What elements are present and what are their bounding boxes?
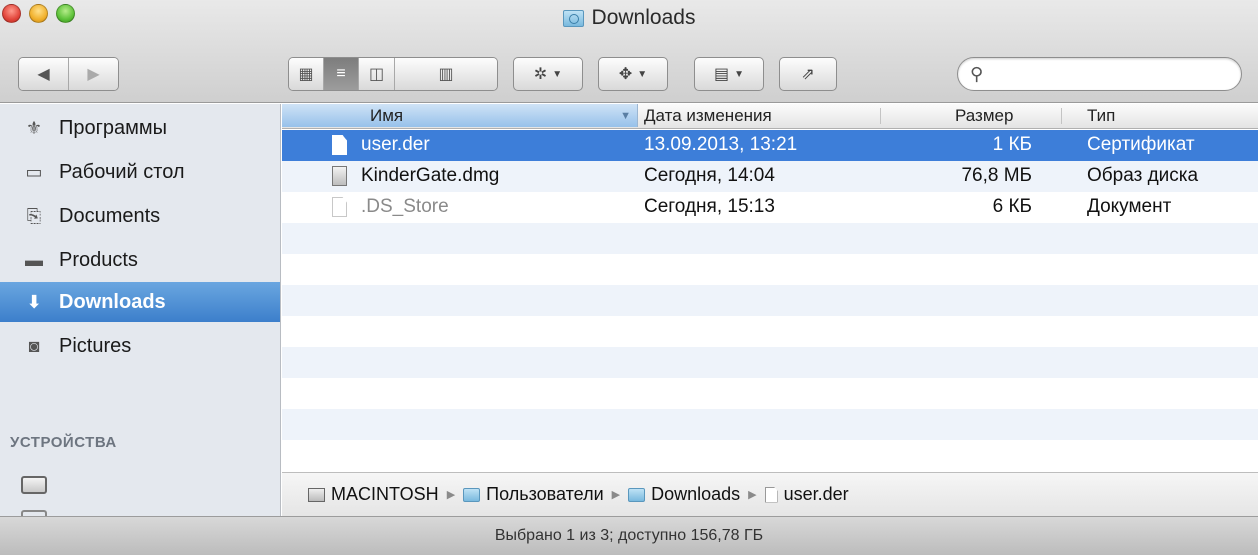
forward-button[interactable]: ▶ [69,58,118,90]
file-row-user-der[interactable]: user.der 13.09.2013, 13:21 1 КБ Сертифик… [282,130,1258,161]
column-header: Имя ▼ Дата изменения Размер Тип [282,104,1258,129]
view-mode-control: ▦ ≡ ◫ ▥ [288,57,498,91]
column-header-size[interactable]: Размер [955,106,1013,126]
sidebar-item-label: Documents [59,204,161,227]
column-divider [1061,108,1062,124]
empty-row [282,409,1258,440]
sidebar: ⚜ Программы ▭ Рабочий стол ⎘ Documents ▬… [0,104,281,516]
empty-row [282,285,1258,316]
chevron-down-icon: ▼ [734,68,745,80]
pictures-icon: ◙ [28,335,40,356]
column-divider [880,108,881,124]
empty-row [282,254,1258,285]
column-header-name[interactable]: Имя ▼ [282,104,638,127]
path-item-file[interactable]: user.der [764,484,849,505]
file-rows: user.der 13.09.2013, 13:21 1 КБ Сертифик… [282,130,1258,471]
list-view-icon: ≡ [336,65,346,82]
dropbox-menu-button[interactable]: ✥ ▼ [598,57,668,91]
file-row-ds-store[interactable]: .DS_Store Сегодня, 15:13 6 КБ Документ [282,192,1258,223]
downloads-icon: ⬇ [26,291,42,312]
titlebar: Downloads ◀ ▶ ▦ ≡ ◫ ▥ ✲ ▼ ✥ ▼ ▤ ▼ ⇗ ⚲ [0,0,1258,103]
coverflow-view-button[interactable]: ▥ [395,58,497,90]
status-bar: Выбрано 1 из 3; доступно 156,78 ГБ [0,516,1258,555]
gear-icon: ✲ [533,66,548,83]
sidebar-section-devices: УСТРОЙСТВА [10,434,117,451]
empty-row [282,347,1258,378]
status-text: Выбрано 1 из 3; доступно 156,78 ГБ [494,527,764,544]
icon-view-icon: ▦ [298,66,314,83]
path-item-macintosh[interactable]: MACINTOSH [308,484,439,505]
empty-row [282,223,1258,254]
sidebar-item-label: Программы [59,116,168,139]
column-view-button[interactable]: ◫ [359,58,395,90]
empty-row [282,378,1258,409]
share-button[interactable]: ⇗ [779,57,837,91]
sidebar-item-applications[interactable]: ⚜ Программы [0,108,280,148]
search-icon: ⚲ [970,63,984,84]
sidebar-item-label: Products [59,248,138,271]
column-view-icon: ◫ [368,66,385,83]
path-item-users[interactable]: Пользователи [463,484,604,505]
icon-view-button[interactable]: ▦ [289,58,324,90]
file-row-kindergate-dmg[interactable]: KinderGate.dmg Сегодня, 14:04 76,8 МБ Об… [282,161,1258,192]
path-item-downloads[interactable]: Downloads [628,484,740,505]
finder-window: Downloads ◀ ▶ ▦ ≡ ◫ ▥ ✲ ▼ ✥ ▼ ▤ ▼ ⇗ ⚲ ⚜ … [0,0,1258,555]
arrange-menu-button[interactable]: ▤ ▼ [694,57,764,91]
back-forward-control: ◀ ▶ [18,57,119,91]
document-icon [764,486,778,503]
sidebar-item-documents[interactable]: ⎘ Documents [0,196,280,236]
file-list: Имя ▼ Дата изменения Размер Тип user.der… [282,104,1258,472]
column-header-type[interactable]: Тип [1087,106,1115,126]
sidebar-item-products[interactable]: ▬ Products [0,240,280,280]
window-title-text: Downloads [591,6,696,29]
coverflow-view-icon: ▥ [438,66,454,83]
chevron-down-icon: ▼ [637,68,648,80]
sidebar-item-pictures[interactable]: ◙ Pictures [0,326,280,366]
sort-descending-icon: ▼ [620,110,631,122]
list-view-button[interactable]: ≡ [324,58,359,90]
laptop-icon[interactable] [21,476,47,494]
folder-icon: ▬ [25,249,43,270]
share-icon: ⇗ [801,66,815,83]
forward-arrow-icon: ▶ [87,66,100,83]
arrange-icon: ▤ [713,66,730,83]
dropbox-icon: ✥ [618,66,633,83]
sidebar-item-label: Downloads [59,290,166,313]
action-menu-button[interactable]: ✲ ▼ [513,57,583,91]
applications-icon: ⚜ [25,117,43,138]
empty-row [282,316,1258,347]
path-separator-icon: ▶ [446,489,456,501]
documents-icon: ⎘ [26,205,42,226]
downloads-folder-icon [562,9,584,27]
sidebar-item-desktop[interactable]: ▭ Рабочий стол [0,152,280,192]
empty-row [282,440,1258,471]
search-field[interactable]: ⚲ [957,57,1242,91]
back-arrow-icon: ◀ [37,66,50,83]
downloads-folder-icon [628,487,646,502]
users-folder-icon [463,487,481,502]
sidebar-item-label: Pictures [59,334,132,357]
window-title: Downloads [0,6,1258,30]
path-separator-icon: ▶ [611,489,621,501]
hard-drive-icon [308,487,325,502]
document-icon [332,197,347,217]
path-bar: MACINTOSH ▶ Пользователи ▶ Downloads ▶ u… [282,472,1258,516]
search-input[interactable] [989,65,1220,83]
back-button[interactable]: ◀ [19,58,69,90]
path-separator-icon: ▶ [748,489,757,501]
document-icon [332,135,347,155]
desktop-icon: ▭ [25,161,43,182]
sidebar-item-label: Рабочий стол [59,160,185,183]
chevron-down-icon: ▼ [552,68,563,80]
disk-image-icon [332,166,347,186]
sidebar-item-downloads[interactable]: ⬇ Downloads [0,282,280,322]
column-header-date[interactable]: Дата изменения [644,106,772,126]
